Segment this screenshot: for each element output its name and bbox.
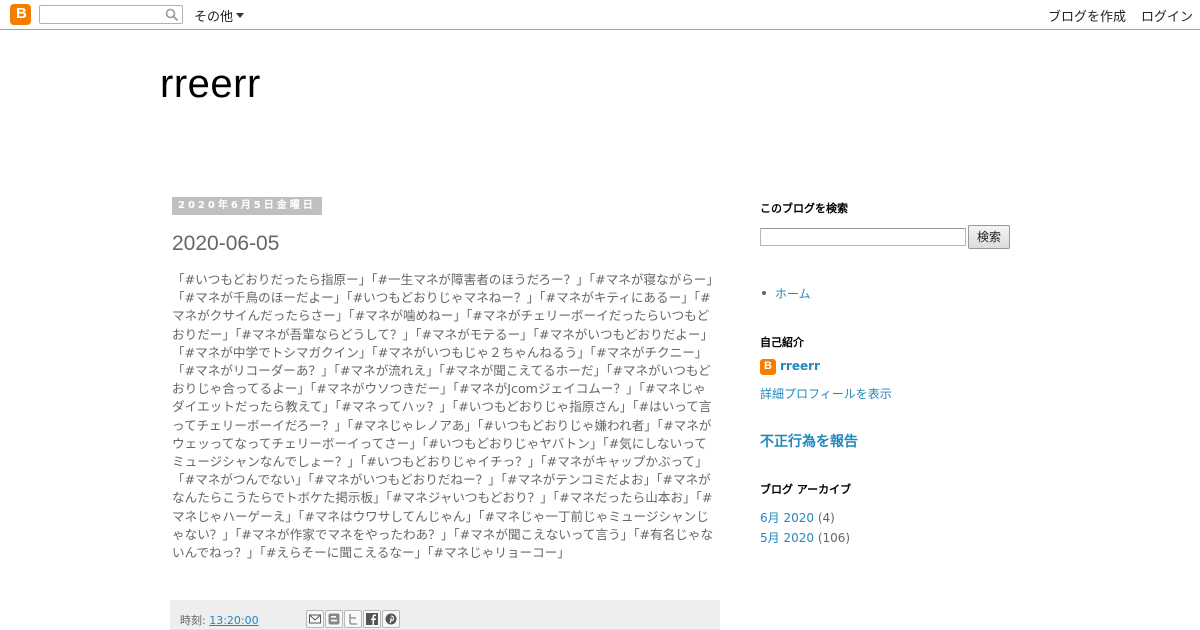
search-button[interactable]: 検索 bbox=[968, 225, 1010, 249]
post-timestamp: 時刻: 13:20:00 bbox=[180, 612, 259, 628]
create-blog-link[interactable]: ブログを作成 bbox=[1048, 6, 1126, 25]
post-date-header: 2020年6月5日金曜日 bbox=[172, 197, 322, 215]
post-time-link[interactable]: 13:20:00 bbox=[209, 614, 258, 627]
twitter-icon bbox=[349, 614, 357, 625]
archive-count: (4) bbox=[814, 511, 835, 525]
post-time-label: 時刻: bbox=[180, 614, 210, 627]
navbar-search-input[interactable] bbox=[39, 5, 183, 24]
navbar-more-label: その他 bbox=[194, 10, 234, 25]
view-full-profile-link[interactable]: 詳細プロフィールを表示 bbox=[760, 385, 892, 402]
pinterest-icon bbox=[385, 613, 397, 625]
blogger-profile-icon bbox=[760, 359, 776, 375]
facebook-icon bbox=[366, 613, 378, 625]
blogger-navbar: その他 ブログを作成 ログイン bbox=[0, 0, 1200, 30]
archive-widget-title: ブログ アーカイブ bbox=[760, 483, 852, 496]
facebook-share-button[interactable] bbox=[363, 610, 381, 628]
blog-title[interactable]: rreerr bbox=[160, 62, 261, 107]
home-link[interactable]: ホーム bbox=[775, 285, 811, 302]
post-footer: 時刻: 13:20:00 bbox=[170, 600, 720, 630]
search-icon[interactable] bbox=[165, 8, 179, 22]
pinterest-share-button[interactable] bbox=[382, 610, 400, 628]
chevron-down-icon bbox=[236, 13, 245, 18]
post-body: 「#いつもどおりだったら指原ー」「#一生マネが障害者のほうだろー？」「#マネが寝… bbox=[172, 272, 714, 561]
email-share-button[interactable] bbox=[306, 610, 324, 628]
archive-month-link[interactable]: 5月 2020 bbox=[760, 531, 814, 545]
archive-month-link[interactable]: 6月 2020 bbox=[760, 511, 814, 525]
profile-widget-title: 自己紹介 bbox=[760, 336, 804, 349]
archive-count: (106) bbox=[814, 531, 851, 545]
blogger-icon bbox=[328, 613, 340, 625]
profile-name-link[interactable]: rreerr bbox=[780, 359, 820, 373]
blogthis-share-button[interactable] bbox=[325, 610, 343, 628]
twitter-share-button[interactable] bbox=[344, 610, 362, 628]
post-title: 2020-06-05 bbox=[172, 232, 280, 255]
share-buttons bbox=[306, 610, 400, 628]
archive-item: 5月 2020 (106) bbox=[760, 529, 850, 546]
login-link[interactable]: ログイン bbox=[1141, 6, 1193, 25]
blog-search-input[interactable] bbox=[760, 228, 966, 246]
list-bullet bbox=[762, 291, 766, 295]
report-abuse-link[interactable]: 不正行為を報告 bbox=[760, 431, 858, 451]
archive-item: 6月 2020 (4) bbox=[760, 509, 835, 526]
search-widget-title: このブログを検索 bbox=[760, 202, 848, 215]
email-icon bbox=[309, 614, 321, 624]
navbar-more-menu[interactable]: その他 bbox=[194, 6, 245, 25]
blogger-logo-icon[interactable] bbox=[10, 4, 31, 25]
